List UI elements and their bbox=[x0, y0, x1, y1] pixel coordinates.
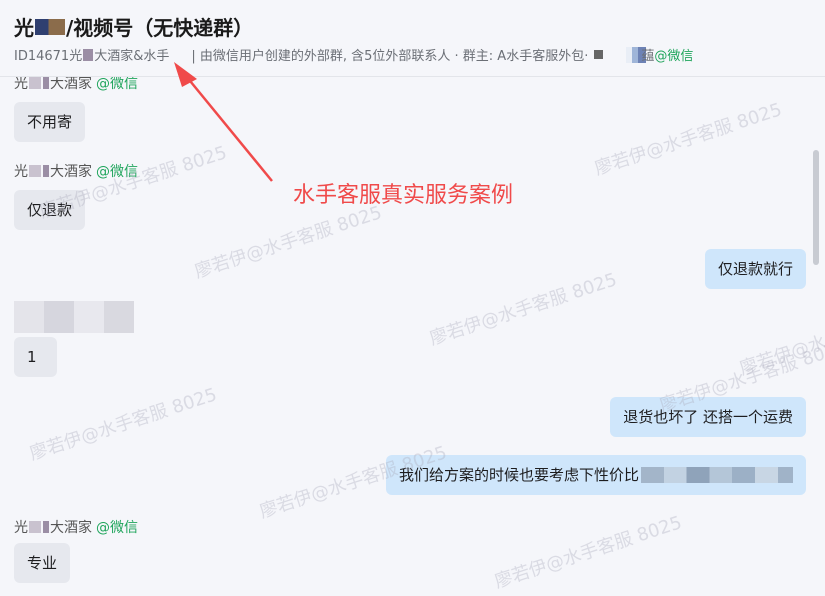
message-sender: 光 大酒家 @微信 bbox=[14, 161, 138, 181]
scrollbar-thumb[interactable] bbox=[813, 150, 819, 265]
group-id: ID14671光 bbox=[14, 49, 83, 64]
sender-suffix: 大酒家 bbox=[50, 164, 92, 180]
owner-wechat-tag: @微信 bbox=[654, 49, 694, 64]
message-bubble[interactable]: 不用寄 bbox=[14, 102, 86, 142]
chat-header: 光 /视频号（无快递群） ID14671光 大酒家&水手 | 由微信用户创建的外… bbox=[0, 0, 825, 77]
message-bubble-self[interactable]: 我们给方案的时候也要考虑下性价比 bbox=[385, 455, 806, 495]
redacted-mosaic bbox=[43, 165, 49, 177]
message-bubble[interactable]: 1 bbox=[14, 337, 57, 377]
redacted-mosaic bbox=[641, 467, 793, 483]
message-text: 我们给方案的时候也要考虑下性价比 bbox=[398, 466, 639, 484]
redacted-mosaic bbox=[29, 521, 41, 533]
owner-name-tail: 蕴 bbox=[641, 49, 655, 64]
sender-suffix: 大酒家 bbox=[50, 520, 92, 536]
redacted-mosaic bbox=[29, 165, 41, 177]
group-title-suffix: /视频号（无快递群） bbox=[66, 16, 254, 40]
redacted-mosaic bbox=[594, 50, 604, 59]
sender-wechat-tag: @微信 bbox=[96, 164, 138, 180]
redacted-sender-avatar bbox=[14, 301, 134, 333]
redacted-mosaic bbox=[35, 18, 65, 35]
sender-wechat-tag: @微信 bbox=[96, 520, 138, 536]
sender-prefix: 光 bbox=[14, 164, 28, 180]
redacted-mosaic bbox=[43, 77, 49, 89]
message-bubble-self[interactable]: 仅退款就行 bbox=[704, 249, 806, 289]
redacted-mosaic bbox=[29, 77, 41, 89]
message-bubble[interactable]: 仅退款 bbox=[14, 190, 86, 230]
group-title-prefix: 光 bbox=[14, 16, 34, 40]
annotation-label: 水手客服真实服务案例 bbox=[293, 183, 514, 208]
group-subtitle: ID14671光 大酒家&水手 | 由微信用户创建的外部群, 含5位外部联系人 … bbox=[14, 45, 693, 64]
message-list[interactable]: 光 大酒家 @微信 不用寄 光 大酒家 @微信 仅退款 仅退款就行 1 退货也坏… bbox=[0, 76, 825, 596]
message-bubble-self[interactable]: 退货也坏了 还搭一个运费 bbox=[610, 397, 806, 437]
message-sender: 光 大酒家 @微信 bbox=[14, 517, 138, 537]
message-bubble[interactable]: 专业 bbox=[14, 543, 71, 583]
group-description: | 由微信用户创建的外部群, 含5位外部联系人 · 群主: A水手客服外包· bbox=[191, 49, 589, 64]
chat-window: 光 /视频号（无快递群） ID14671光 大酒家&水手 | 由微信用户创建的外… bbox=[0, 0, 825, 596]
redacted-mosaic bbox=[83, 48, 94, 61]
redacted-mosaic bbox=[43, 521, 49, 533]
sender-prefix: 光 bbox=[14, 520, 28, 536]
group-title[interactable]: 光 /视频号（无快递群） bbox=[14, 12, 253, 41]
group-name-part: 大酒家&水手 bbox=[94, 49, 170, 64]
